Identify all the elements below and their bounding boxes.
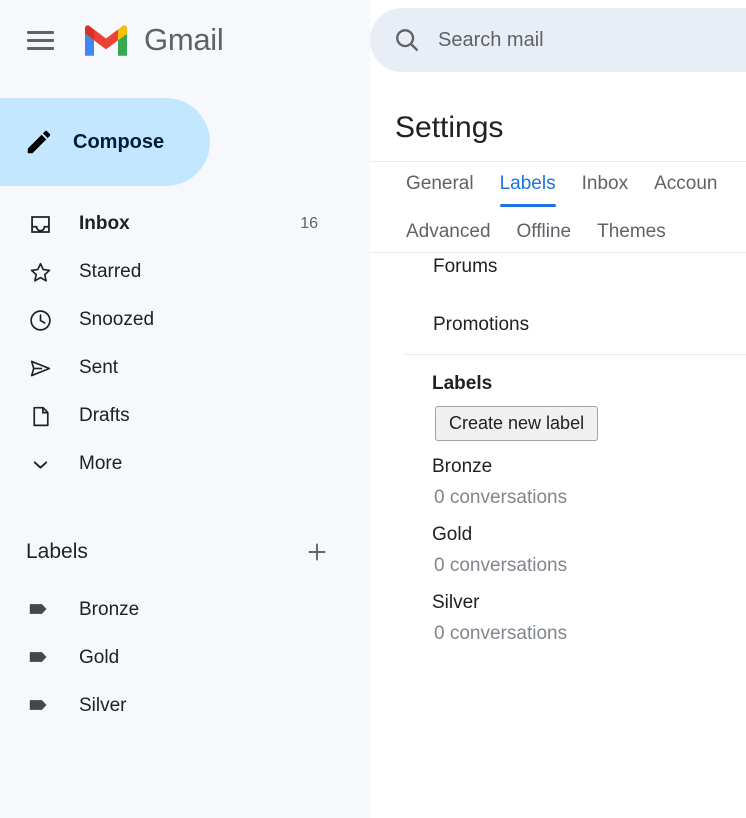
section-divider [404,354,746,355]
sidebar-item-label: Drafts [79,405,130,426]
gmail-wordmark: Gmail [144,22,224,57]
sidebar-item-label: Inbox [79,213,130,234]
sidebar-label-text: Gold [79,647,120,668]
search-bar[interactable] [370,8,746,72]
send-icon [26,354,54,382]
sidebar-item-drafts[interactable]: Drafts [0,392,370,440]
sidebar-label-silver[interactable]: Silver [0,682,370,730]
inbox-unread-count: 16 [300,215,318,232]
sidebar-item-sent[interactable]: Sent [0,344,370,392]
hamburger-menu-icon[interactable] [16,16,64,64]
label-conversation-count: 0 conversations [434,555,568,576]
tag-icon [26,644,54,672]
sidebar-label-list: Bronze Gold Silver [0,586,370,730]
sidebar-item-label: Starred [79,261,142,282]
gmail-logo-icon [85,25,127,56]
tab-general[interactable]: General [406,173,474,207]
pencil-icon [27,130,51,154]
label-name[interactable]: Gold [370,524,746,546]
search-input[interactable] [438,28,746,52]
page-title: Settings [395,111,504,144]
sidebar-label-gold[interactable]: Gold [0,634,370,682]
settings-panel: Settings General Labels Inbox Accoun Adv… [370,88,746,818]
label-name[interactable]: Silver [370,592,746,614]
label-row-gold: Gold 0 conversations [370,524,746,577]
sidebar-labels-title: Labels [26,540,88,563]
plus-icon[interactable] [304,539,330,565]
search-icon [396,29,418,51]
sidebar-item-starred[interactable]: Starred [0,248,370,296]
label-name[interactable]: Bronze [370,456,746,478]
tag-icon [26,692,54,720]
category-row-forums[interactable]: Forums [370,238,746,296]
tab-accounts[interactable]: Accoun [654,173,717,207]
gmail-settings-window: Gmail Compose Inbox 16 Starred Snoozed S… [0,0,746,818]
sidebar-item-inbox[interactable]: Inbox 16 [0,200,370,248]
sidebar-item-snoozed[interactable]: Snoozed [0,296,370,344]
clock-icon [26,306,54,334]
brand-row: Gmail [0,14,224,66]
sidebar-label-bronze[interactable]: Bronze [0,586,370,634]
label-conversation-count: 0 conversations [434,623,568,644]
settings-tabs-row-1: General Labels Inbox Accoun [370,173,746,207]
label-conversation-count: 0 conversations [434,487,568,508]
label-row-bronze: Bronze 0 conversations [370,456,746,509]
category-row-promotions[interactable]: Promotions [370,296,746,354]
sidebar-labels-header: Labels [0,528,370,576]
create-new-label-button[interactable]: Create new label [435,406,599,441]
sidebar-label-text: Bronze [79,599,140,620]
sidebar-label-text: Silver [79,695,127,716]
nav-list: Inbox 16 Starred Snoozed Sent Drafts Mor… [0,200,370,488]
sidebar-item-more[interactable]: More [0,440,370,488]
sidebar-item-label: Snoozed [79,309,155,330]
inbox-icon [26,210,54,238]
chevron-down-icon [26,450,54,478]
sidebar-item-label: More [79,453,123,474]
document-icon [26,402,54,430]
tab-labels[interactable]: Labels [499,173,556,207]
label-row-silver: Silver 0 conversations [370,592,746,645]
sidebar-item-label: Sent [79,357,119,378]
labels-section-heading: Labels [432,373,493,394]
settings-content: Forums Promotions Labels Create new labe… [370,238,746,645]
compose-label: Compose [73,130,165,153]
tag-icon [26,596,54,624]
compose-button[interactable]: Compose [0,98,210,186]
tab-inbox[interactable]: Inbox [582,173,628,207]
sidebar: Gmail Compose Inbox 16 Starred Snoozed S… [0,0,370,818]
star-icon [26,258,54,286]
